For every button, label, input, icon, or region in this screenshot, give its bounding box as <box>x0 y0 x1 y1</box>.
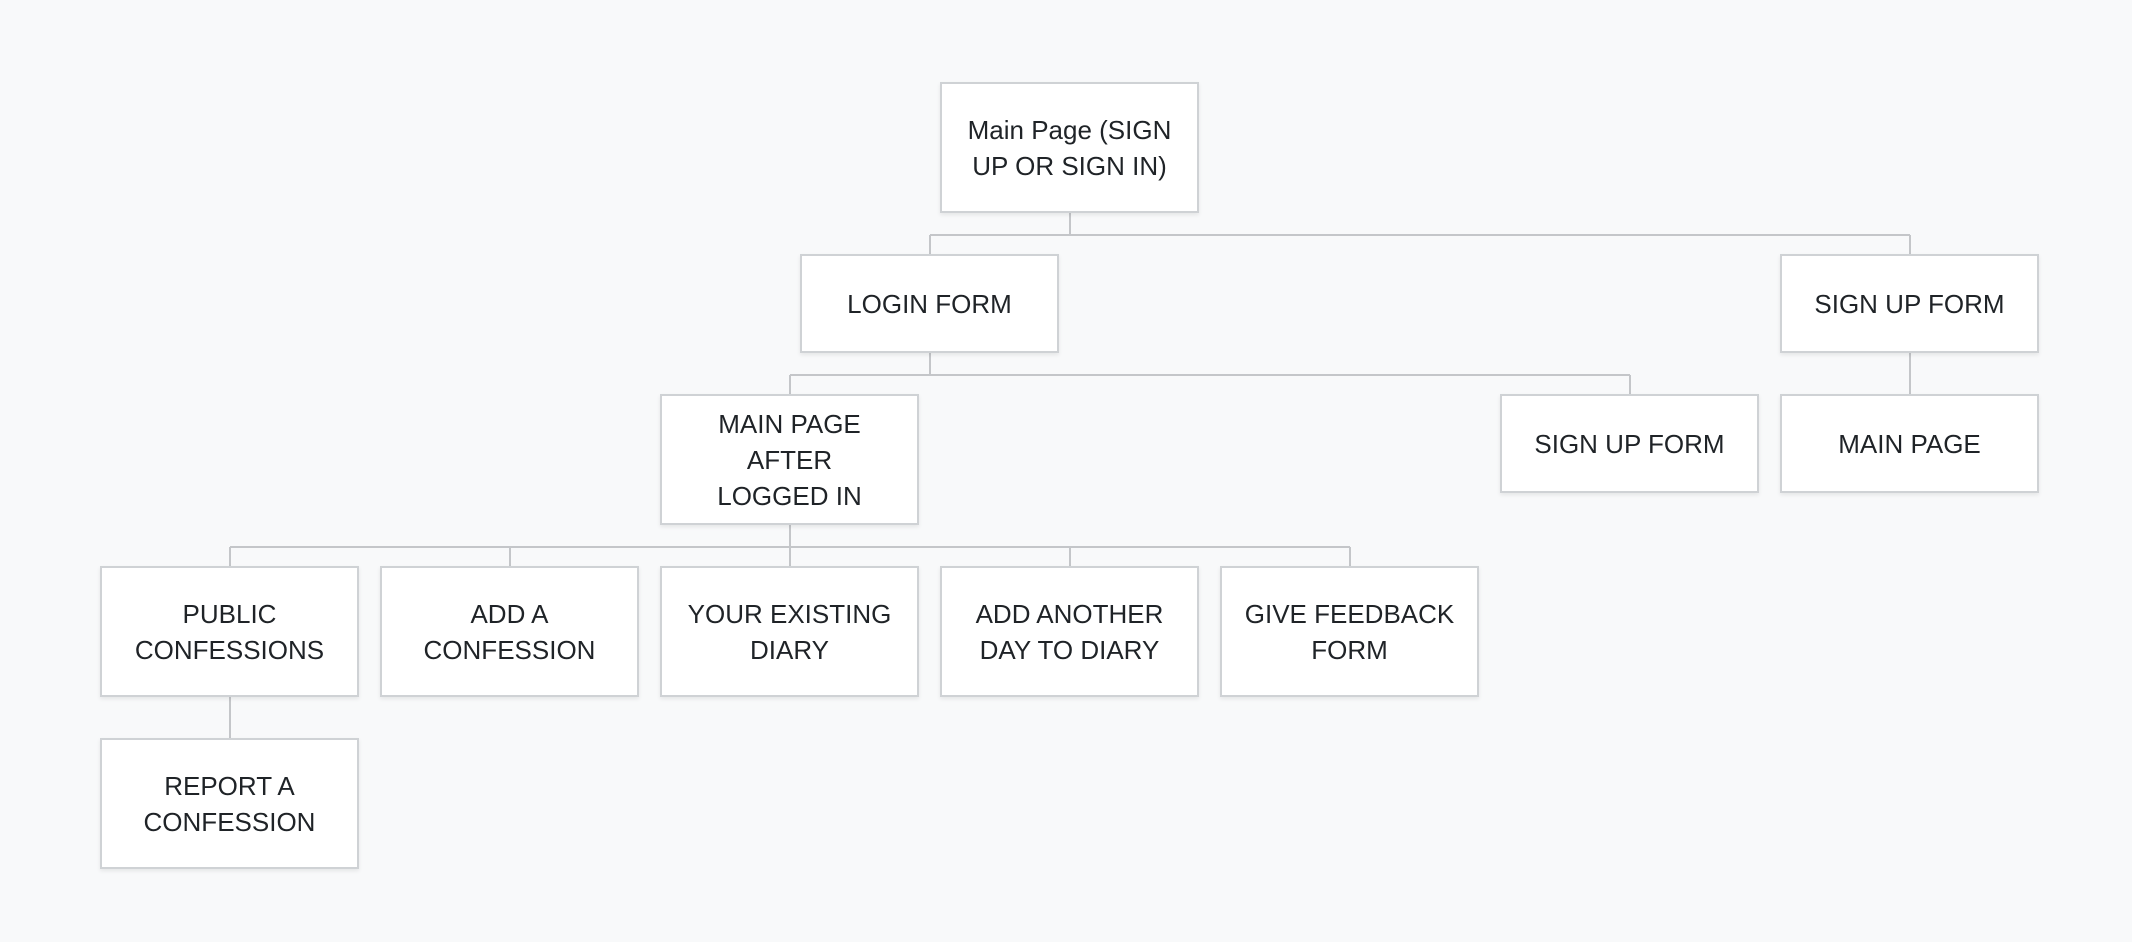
node-report-a-confession[interactable]: REPORT A CONFESSION <box>100 738 359 869</box>
node-main-page[interactable]: MAIN PAGE <box>1780 394 2039 493</box>
node-add-a-confession[interactable]: ADD A CONFESSION <box>380 566 639 697</box>
node-main-page-after-logged-in[interactable]: MAIN PAGE AFTER LOGGED IN <box>660 394 919 525</box>
node-sign-up-form-child[interactable]: SIGN UP FORM <box>1500 394 1759 493</box>
node-public-confessions[interactable]: PUBLIC CONFESSIONS <box>100 566 359 697</box>
node-your-existing-diary[interactable]: YOUR EXISTING DIARY <box>660 566 919 697</box>
node-give-feedback-form[interactable]: GIVE FEEDBACK FORM <box>1220 566 1479 697</box>
node-main-page-sign-up-or-sign-in[interactable]: Main Page (SIGN UP OR SIGN IN) <box>940 82 1199 213</box>
node-sign-up-form[interactable]: SIGN UP FORM <box>1780 254 2039 353</box>
node-login-form[interactable]: LOGIN FORM <box>800 254 1059 353</box>
sitemap-diagram: Main Page (SIGN UP OR SIGN IN) LOGIN FOR… <box>0 0 2132 942</box>
node-add-another-day-to-diary[interactable]: ADD ANOTHER DAY TO DIARY <box>940 566 1199 697</box>
